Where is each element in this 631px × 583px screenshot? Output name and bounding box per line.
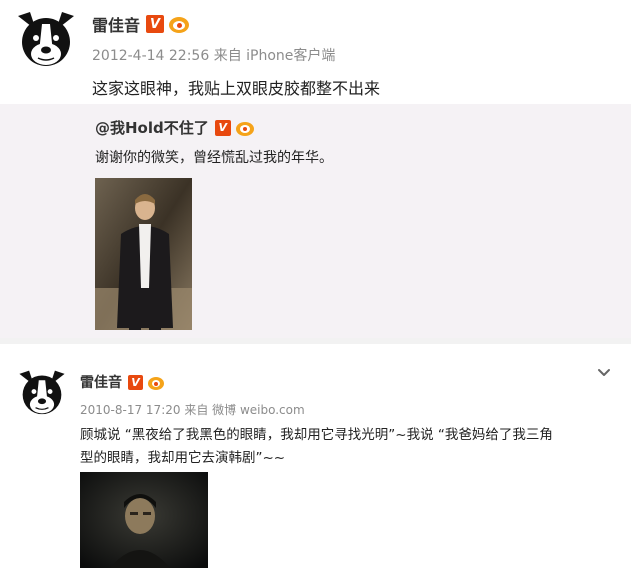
weibo-post: 雷佳音 V 2012-4-14 22:56 来自 iPhone客户端 这家这眼神… (0, 0, 631, 338)
repost-author-name[interactable]: @我Hold不住了 (95, 117, 209, 138)
post-source[interactable]: 来自 微博 weibo.com (184, 403, 304, 417)
vip-crown-icon (235, 120, 254, 136)
avatar[interactable] (14, 10, 78, 72)
timestamp[interactable]: 2010-8-17 17:20 (80, 403, 181, 417)
verified-v-icon: V (214, 119, 231, 136)
avatar[interactable] (16, 369, 68, 419)
vip-crown-icon (148, 375, 164, 390)
post-photo[interactable] (80, 472, 208, 568)
post-divider (0, 338, 631, 344)
post-text-line-2: 型的眼睛，我却用它去演韩剧”~~ (80, 450, 286, 466)
repost-photo[interactable] (95, 178, 192, 330)
verified-v-icon: V (146, 15, 165, 33)
photo-man-dark (80, 472, 208, 568)
post-meta: 2010-8-17 17:20 来自 微博 weibo.com (80, 401, 305, 418)
post-text-line-1: 顾城说 “黑夜给了我黑色的眼睛，我却用它寻找光明”~我说 “我爸妈给了我三角 (80, 427, 553, 443)
vip-crown-icon (169, 15, 190, 33)
repost-text: 谢谢你的微笑，曾经慌乱过我的年华。 (95, 150, 333, 166)
author-row: 雷佳音 V (80, 373, 164, 391)
author-row: 雷佳音 V (92, 12, 190, 36)
post-text: 这家这眼神，我贴上双眼皮胶都整不出来 (92, 79, 381, 98)
author-name[interactable]: 雷佳音 (80, 372, 122, 392)
post-meta: 2012-4-14 22:56 来自 iPhone客户端 (92, 45, 335, 65)
repost-author-row: @我Hold不住了 V (95, 117, 254, 138)
verified-v-icon: V (128, 374, 143, 390)
boston-terrier-avatar-icon (14, 10, 78, 72)
boston-terrier-avatar-icon (16, 369, 68, 419)
author-name[interactable]: 雷佳音 (92, 12, 140, 36)
photo-man-in-suit (95, 178, 192, 330)
timestamp[interactable]: 2012-4-14 22:56 (92, 48, 209, 64)
post-source[interactable]: 来自 iPhone客户端 (214, 48, 336, 64)
chevron-down-icon[interactable] (597, 366, 611, 380)
